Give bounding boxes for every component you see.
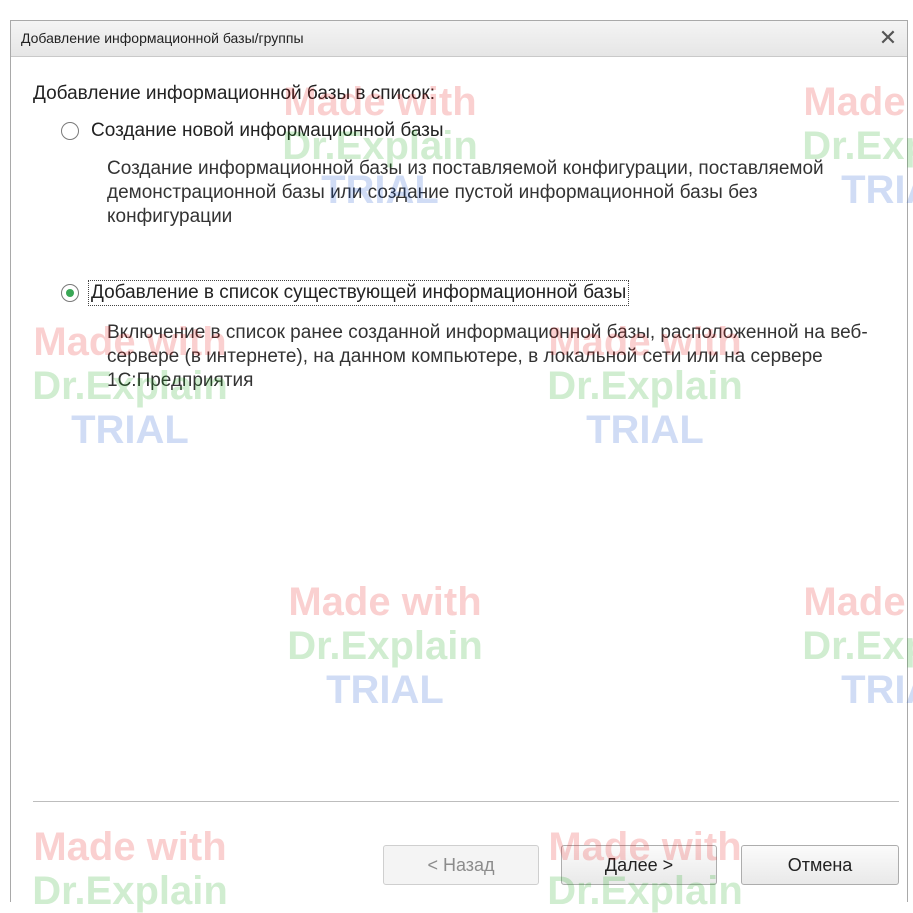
radio-add-existing[interactable] <box>61 284 79 302</box>
option-create-new[interactable]: Создание новой информационной базы <box>61 119 446 143</box>
option-create-new-description: Создание информационной базы из поставля… <box>107 158 824 227</box>
cancel-button[interactable]: Отмена <box>741 845 899 885</box>
option-add-existing-label[interactable]: Добавление в список существующей информа… <box>87 280 630 306</box>
option-create-new-label[interactable]: Создание новой информационной базы <box>89 119 446 143</box>
close-icon[interactable]: ✕ <box>875 25 901 51</box>
option-add-existing[interactable]: Добавление в список существующей информа… <box>61 280 630 306</box>
page-heading: Добавление информационной базы в список: <box>33 83 436 104</box>
dialog-content: Добавление информационной базы в список:… <box>11 57 907 902</box>
back-button[interactable]: < Назад <box>383 845 539 885</box>
radio-create-new[interactable] <box>61 122 79 140</box>
window-title: Добавление информационной базы/группы <box>21 30 304 46</box>
option-add-existing-description: Включение в список ранее созданной инфор… <box>107 322 868 391</box>
add-infobase-dialog: Добавление информационной базы/группы ✕ … <box>10 20 908 902</box>
separator <box>33 801 899 802</box>
title-bar: Добавление информационной базы/группы ✕ <box>11 21 907 57</box>
next-button[interactable]: Далее > <box>561 845 717 885</box>
